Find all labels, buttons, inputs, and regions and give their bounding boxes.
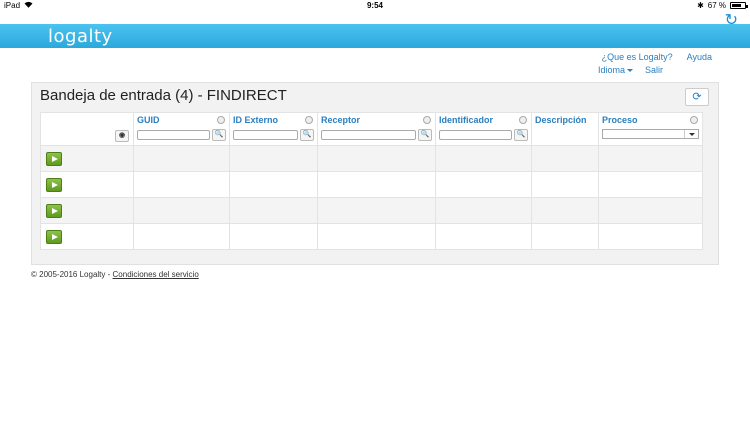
chevron-down-icon bbox=[684, 130, 698, 138]
help-link[interactable]: Ayuda bbox=[687, 52, 712, 65]
table-row bbox=[40, 171, 703, 198]
id-externo-filter-input[interactable] bbox=[233, 130, 298, 140]
id-externo-search-button[interactable]: 🔍 bbox=[300, 129, 314, 141]
column-label-identificador[interactable]: Identificador bbox=[439, 115, 493, 125]
table-row bbox=[40, 145, 703, 172]
language-menu[interactable]: Idioma bbox=[598, 65, 633, 75]
column-proceso: Proceso bbox=[598, 112, 703, 146]
search-icon: 🔍 bbox=[302, 131, 312, 138]
chevron-down-icon bbox=[626, 69, 633, 73]
column-descripcion: Descripción bbox=[531, 112, 599, 146]
battery-icon bbox=[730, 2, 748, 9]
open-row-button[interactable] bbox=[46, 177, 62, 192]
logout-link[interactable]: Salir bbox=[645, 65, 663, 75]
column-label-guid[interactable]: GUID bbox=[137, 115, 160, 125]
refresh-button[interactable]: ⟳ bbox=[685, 88, 709, 106]
battery-percent: 67 % bbox=[707, 1, 726, 10]
table-header-row: ◉ GUID 🔍 ID Externo 🔍 Receptor 🔍 Identif… bbox=[40, 112, 703, 146]
column-visibility-button[interactable]: ◉ bbox=[115, 130, 129, 142]
receptor-search-button[interactable]: 🔍 bbox=[418, 129, 432, 141]
sort-icon[interactable] bbox=[305, 116, 313, 124]
column-label-descripcion[interactable]: Descripción bbox=[535, 115, 587, 125]
reload-icon[interactable]: ↻ bbox=[725, 10, 738, 30]
column-label-receptor[interactable]: Receptor bbox=[321, 115, 360, 125]
receptor-filter-input[interactable] bbox=[321, 130, 416, 140]
open-row-button[interactable] bbox=[46, 203, 62, 218]
app-header: logalty ↻ bbox=[0, 12, 750, 48]
column-label-proceso[interactable]: Proceso bbox=[602, 115, 638, 125]
search-icon: 🔍 bbox=[516, 131, 526, 138]
bluetooth-icon: ✱ bbox=[697, 1, 704, 10]
logalty-logo: logalty bbox=[48, 26, 113, 47]
footer: © 2005-2016 Logalty - Condiciones del se… bbox=[31, 270, 199, 279]
status-bar: iPad 9:54 ✱ 67 % bbox=[0, 0, 750, 12]
inbox-table: ◉ GUID 🔍 ID Externo 🔍 Receptor 🔍 Identif… bbox=[40, 112, 703, 250]
about-link[interactable]: ¿Que es Logalty? bbox=[602, 52, 673, 65]
language-label: Idioma bbox=[597, 65, 625, 75]
proceso-filter-select[interactable] bbox=[602, 129, 699, 139]
open-row-button[interactable] bbox=[46, 151, 62, 166]
table-row bbox=[40, 223, 703, 250]
column-identificador: Identificador 🔍 bbox=[435, 112, 532, 146]
sort-icon[interactable] bbox=[519, 116, 527, 124]
table-row bbox=[40, 197, 703, 224]
copyright-text: © 2005-2016 Logalty - bbox=[31, 270, 113, 279]
actions-header: ◉ bbox=[40, 112, 134, 146]
panel-title: Bandeja de entrada (4) - FINDIRECT bbox=[40, 87, 287, 104]
inbox-panel: Bandeja de entrada (4) - FINDIRECT ⟳ ◉ G… bbox=[31, 82, 719, 265]
guid-filter-input[interactable] bbox=[137, 130, 210, 140]
search-icon: 🔍 bbox=[420, 131, 430, 138]
refresh-icon: ⟳ bbox=[692, 91, 702, 103]
identificador-filter-input[interactable] bbox=[439, 130, 512, 140]
search-icon: 🔍 bbox=[214, 131, 224, 138]
column-id-externo: ID Externo 🔍 bbox=[229, 112, 318, 146]
guid-search-button[interactable]: 🔍 bbox=[212, 129, 226, 141]
eye-icon: ◉ bbox=[118, 132, 126, 139]
identificador-search-button[interactable]: 🔍 bbox=[514, 129, 528, 141]
top-nav: ¿Que es Logalty? Ayuda Idioma Salir bbox=[598, 52, 712, 75]
status-time: 9:54 bbox=[366, 1, 383, 10]
sort-icon[interactable] bbox=[217, 116, 225, 124]
terms-link[interactable]: Condiciones del servicio bbox=[113, 270, 199, 279]
open-row-button[interactable] bbox=[46, 229, 62, 244]
column-receptor: Receptor 🔍 bbox=[317, 112, 436, 146]
column-guid: GUID 🔍 bbox=[133, 112, 230, 146]
column-label-id-externo[interactable]: ID Externo bbox=[233, 115, 278, 125]
sort-icon[interactable] bbox=[690, 116, 698, 124]
sort-icon[interactable] bbox=[423, 116, 431, 124]
